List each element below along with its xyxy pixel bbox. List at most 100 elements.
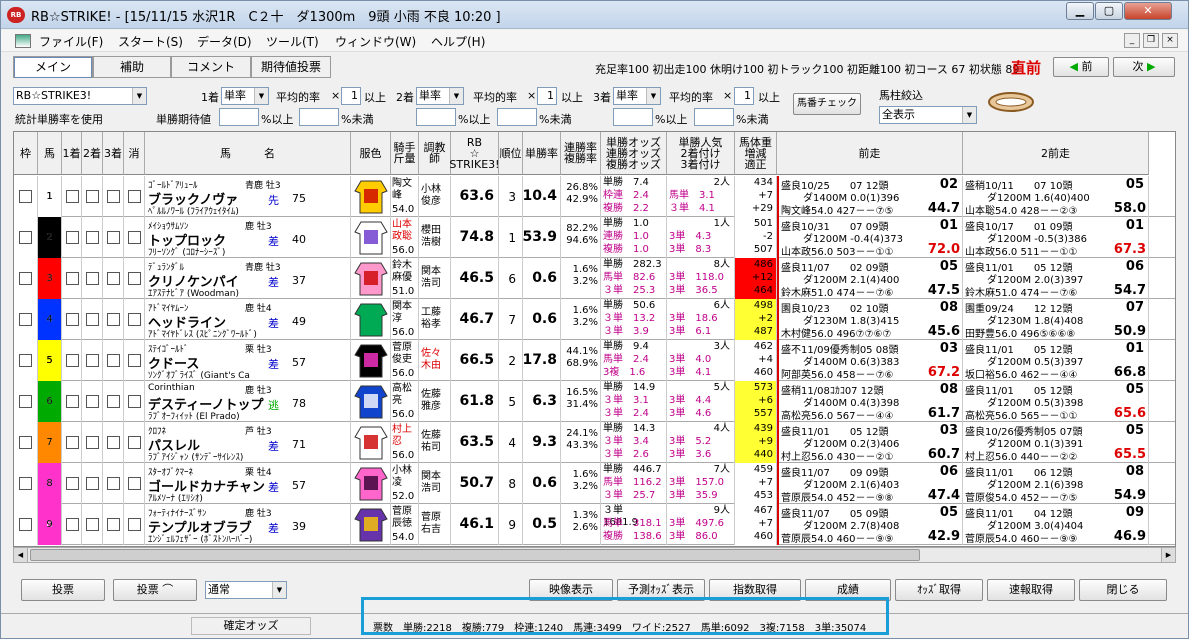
waku-cell[interactable] [14, 504, 38, 545]
waku-checkbox[interactable] [19, 190, 32, 203]
umaban-check-button[interactable]: 馬番チェック [793, 93, 861, 115]
header-jockey[interactable]: 騎手 斤量 [391, 132, 419, 175]
select-checkbox[interactable] [86, 436, 99, 449]
select-cell[interactable] [103, 504, 124, 545]
waku-checkbox[interactable] [19, 436, 32, 449]
header-rank[interactable]: 順位 [499, 132, 523, 175]
select-checkbox[interactable] [107, 395, 120, 408]
mdi-close-icon[interactable]: × [1162, 33, 1178, 48]
select-checkbox[interactable] [128, 231, 141, 244]
menu-start[interactable]: スタート(S) [118, 33, 183, 50]
table-row[interactable]: 5 5 ｽﾃｲｺﾞｰﾙﾄﾞ栗 牡3 クドース ｿﾝｸﾞｵﾌﾞﾗｲｽﾞ (Giant's … [14, 340, 1175, 381]
select-cell[interactable] [82, 217, 103, 258]
tab-expected-vote[interactable]: 期待値投票 [251, 56, 331, 78]
header-horse-name[interactable]: 馬 名 [145, 132, 351, 175]
waku-checkbox[interactable] [19, 272, 32, 285]
waku-checkbox[interactable] [19, 354, 32, 367]
header-uma[interactable]: 馬 [38, 132, 62, 175]
select-cell[interactable] [103, 217, 124, 258]
select-cell[interactable] [124, 217, 145, 258]
bet-mode-select[interactable]: 通常 ▼ [205, 581, 287, 599]
select-checkbox[interactable] [66, 518, 79, 531]
table-row[interactable]: 1 1 ｺﾞｰﾙﾄﾞｱﾘｭｰﾙ 青鹿 牡3 ブラックノヴァ ﾍﾟﾙﾙﾉﾜｰﾙ (ﾌﾗｲｱｳ… [14, 176, 1175, 217]
select-cell[interactable] [82, 258, 103, 299]
select-checkbox[interactable] [86, 395, 99, 408]
prev-button[interactable]: ◀ 前 [1053, 57, 1109, 77]
select-checkbox[interactable] [128, 272, 141, 285]
select-checkbox[interactable] [86, 190, 99, 203]
waku-cell[interactable] [14, 176, 38, 217]
header-trainer[interactable]: 調教 師 [419, 132, 451, 175]
kitai-max-input[interactable] [299, 108, 339, 126]
select-checkbox[interactable] [128, 395, 141, 408]
select-cell[interactable] [62, 340, 82, 381]
menu-data[interactable]: データ(D) [197, 33, 252, 50]
mdi-minimize-icon[interactable]: _ [1124, 33, 1140, 48]
select-checkbox[interactable] [66, 436, 79, 449]
select-cell[interactable] [103, 422, 124, 463]
select-checkbox[interactable] [128, 436, 141, 449]
select-cell[interactable] [62, 422, 82, 463]
select-cell[interactable] [62, 463, 82, 504]
select-cell[interactable] [62, 381, 82, 422]
select-checkbox[interactable] [128, 313, 141, 326]
select-cell[interactable] [103, 463, 124, 504]
header-rb-strike[interactable]: RB ☆ STRIKE3! [449, 132, 500, 175]
scroll-right-icon[interactable]: ▶ [1161, 548, 1175, 562]
close-button[interactable]: 閉じる [1079, 579, 1167, 601]
select-checkbox[interactable] [66, 395, 79, 408]
select-checkbox[interactable] [86, 313, 99, 326]
table-row[interactable]: 2 2 ﾒｲｼｮｳｻﾑｿﾝ鹿 牡3 トップロック ﾌﾘｰｿﾝｸﾞ (ｺﾛﾅｰｼｰｽﾞ) 差… [14, 217, 1175, 258]
tab-comment[interactable]: コメント [171, 56, 251, 78]
bet-button[interactable]: 投票 [21, 579, 105, 601]
place3-rate-select[interactable]: 単率 ▼ [613, 87, 661, 105]
waku-checkbox[interactable] [19, 231, 32, 244]
select-cell[interactable] [82, 299, 103, 340]
table-row[interactable]: 4 4 ｱﾄﾞﾏｲﾔﾑｰﾝ鹿 牡4 ヘッドライン ｱﾄﾞﾏｲﾔﾄﾞﾚｽ (ｽﾋﾟﾆﾝｸﾞ… [14, 299, 1175, 340]
menu-window[interactable]: ウィンドウ(W) [335, 33, 416, 50]
select-cell[interactable] [124, 381, 145, 422]
table-row[interactable]: 3 3 ﾃﾞｭﾗﾝﾀﾞﾙ 青鹿 牡3 クリノケンパイ ｴｱｽﾃﾅﾋﾞｱ (Woodman)… [14, 258, 1175, 299]
place2-rate-select[interactable]: 単率 ▼ [416, 87, 464, 105]
select-cell[interactable] [124, 504, 145, 545]
rate2-min-input[interactable] [416, 108, 456, 126]
waku-cell[interactable] [14, 299, 38, 340]
waku-cell[interactable] [14, 258, 38, 299]
waku-cell[interactable] [14, 463, 38, 504]
select-cell[interactable] [82, 463, 103, 504]
select-checkbox[interactable] [86, 354, 99, 367]
table-row[interactable]: 8 8 ｽﾀｰｵﾌﾞｸﾏｰﾈ栗 牡4 ゴールドカナチャン ｱﾙﾒｿｰﾅ (ｴﾘｼｵ) 差 5… [14, 463, 1175, 504]
rate2-max-input[interactable] [497, 108, 537, 126]
kitai-min-input[interactable] [219, 108, 259, 126]
select-checkbox[interactable] [107, 272, 120, 285]
select-checkbox[interactable] [128, 190, 141, 203]
select-checkbox[interactable] [66, 272, 79, 285]
select-cell[interactable] [82, 381, 103, 422]
select-checkbox[interactable] [66, 190, 79, 203]
waku-checkbox[interactable] [19, 477, 32, 490]
table-row[interactable]: 8 9 ﾌｫｰﾃｨﾅｲﾅｰｽﾞｻﾝ鹿 牡3 テンプルオブラブ ｴﾝｼﾞｪﾙﾌｪｻﾞｰ (… [14, 504, 1175, 545]
select-cell[interactable] [62, 217, 82, 258]
mdi-restore-icon[interactable]: ❐ [1143, 33, 1159, 48]
next-button[interactable]: 次 ▶ [1113, 57, 1175, 77]
value-input-2[interactable]: 1 [537, 87, 557, 105]
rate3-max-input[interactable] [694, 108, 734, 126]
select-checkbox[interactable] [66, 354, 79, 367]
select-cell[interactable] [103, 340, 124, 381]
select-cell[interactable] [82, 504, 103, 545]
horizontal-scrollbar[interactable]: ◀ ▶ [13, 547, 1176, 563]
scroll-thumb[interactable] [30, 549, 920, 561]
waku-cell[interactable] [14, 340, 38, 381]
table-row[interactable]: 7 7 ｸﾛﾌﾈ芦 牡3 パスレル ﾗﾌﾞｱｲｼﾞｬﾝ (ｻﾝﾃﾞｰｻｲﾚﾝｽ) 差 71 村… [14, 422, 1175, 463]
select-checkbox[interactable] [86, 477, 99, 490]
select-cell[interactable] [103, 258, 124, 299]
header-win-rate[interactable]: 単勝率 [523, 132, 561, 175]
value-input-3[interactable]: 1 [734, 87, 754, 105]
select-checkbox[interactable] [128, 477, 141, 490]
waku-checkbox[interactable] [19, 518, 32, 531]
close-window-button[interactable]: ✕ [1124, 2, 1172, 20]
minimize-button[interactable]: ▁ [1066, 2, 1094, 20]
scroll-left-icon[interactable]: ◀ [14, 548, 28, 562]
tab-main[interactable]: メイン [13, 56, 93, 78]
select-cell[interactable] [62, 176, 82, 217]
